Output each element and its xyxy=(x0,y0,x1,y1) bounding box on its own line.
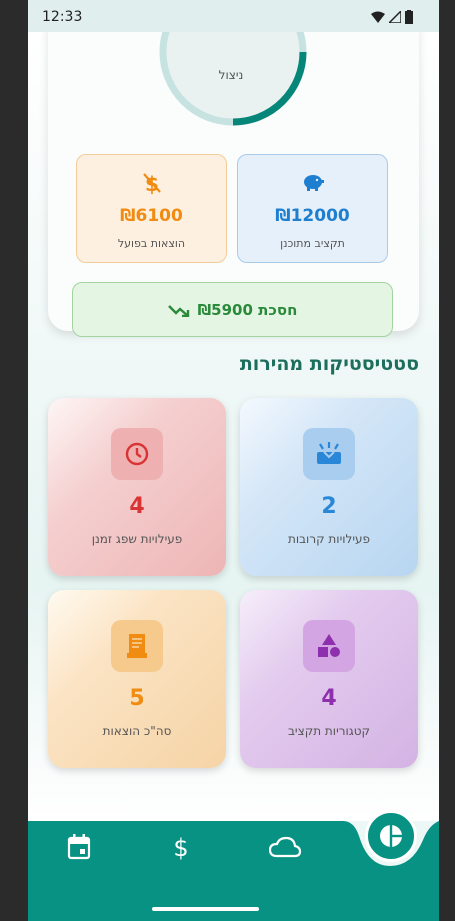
nav-calendar[interactable] xyxy=(61,832,97,862)
status-time: 12:33 xyxy=(42,9,83,25)
stat-card-upcoming-activities[interactable]: 2 פעילויות קרובות xyxy=(240,398,418,576)
savings-text: חסכת ₪5900 xyxy=(197,300,298,319)
signal-icon xyxy=(389,11,401,23)
actual-expenses-card[interactable]: $ ₪6100 הוצאות בפועל xyxy=(76,154,227,263)
budget-summary-card: ניצול $ ₪6100 הוצאות בפועל ₪12000 תקציב … xyxy=(48,32,419,337)
stat-value: 4 xyxy=(129,494,145,519)
app-screen: 12:33 ניצול $ ₪6100 הוצאות בפועל xyxy=(28,0,439,921)
actual-expenses-value: ₪6100 xyxy=(120,206,183,226)
budget-utilization-gauge xyxy=(159,32,307,126)
pie-chart-icon xyxy=(380,825,402,847)
nav-budget[interactable]: $ xyxy=(163,832,199,862)
piggy-bank-icon xyxy=(238,171,387,197)
dollar-icon: $ xyxy=(173,834,188,861)
stat-value: 4 xyxy=(321,686,337,711)
planned-budget-label: תקציב מתוכנן xyxy=(280,237,345,250)
stat-card-total-expenses[interactable]: 5 סה"כ הוצאות xyxy=(48,590,226,768)
upcoming-icon xyxy=(303,428,355,480)
stat-label: סה"כ הוצאות xyxy=(102,724,172,738)
bottom-navigation: $ xyxy=(28,780,439,921)
stat-card-budget-categories[interactable]: 4 קטגוריות תקציב xyxy=(240,590,418,768)
home-indicator[interactable] xyxy=(152,907,259,911)
gauge-label: ניצול xyxy=(218,68,244,82)
actual-expenses-label: הוצאות בפועל xyxy=(117,237,186,250)
clock-icon xyxy=(111,428,163,480)
category-shapes-icon xyxy=(303,620,355,672)
trending-up-icon xyxy=(167,304,189,317)
stat-value: 2 xyxy=(321,494,337,519)
stat-label: קטגוריות תקציב xyxy=(287,724,371,738)
planned-budget-value: ₪12000 xyxy=(275,206,350,226)
stat-label: פעילויות קרובות xyxy=(287,532,371,546)
quick-stats-title: סטטיסטיקות מהירות xyxy=(239,353,419,375)
status-bar: 12:33 xyxy=(28,0,439,32)
stat-value: 5 xyxy=(129,686,145,711)
wifi-icon xyxy=(371,11,385,23)
calendar-icon xyxy=(67,834,91,860)
receipt-icon xyxy=(111,620,163,672)
battery-icon xyxy=(405,10,413,24)
cloud-icon xyxy=(269,836,301,858)
dashboard-content: ניצול $ ₪6100 הוצאות בפועל ₪12000 תקציב … xyxy=(28,32,439,821)
planned-budget-card[interactable]: ₪12000 תקציב מתוכנן xyxy=(237,154,388,263)
nav-statistics-active[interactable] xyxy=(365,810,417,862)
nav-weather[interactable] xyxy=(267,832,303,862)
stat-card-overdue-activities[interactable]: 4 פעילויות שפג זמנן xyxy=(48,398,226,576)
money-off-icon: $ xyxy=(77,171,226,197)
stat-label: פעילויות שפג זמנן xyxy=(91,532,183,546)
status-icons xyxy=(371,10,413,24)
svg-text:$: $ xyxy=(173,834,188,861)
savings-banner[interactable]: חסכת ₪5900 xyxy=(72,282,393,337)
